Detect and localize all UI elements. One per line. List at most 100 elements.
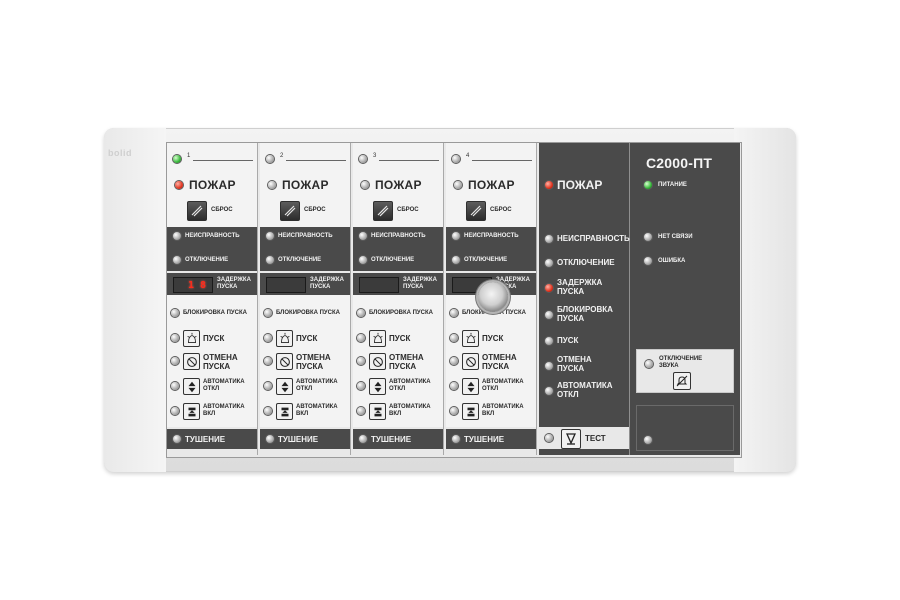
zone-sbros-button[interactable] <box>373 201 393 221</box>
zone-avto_vkl-button[interactable] <box>183 403 200 420</box>
zone-sbros-button[interactable] <box>466 201 486 221</box>
zone-pusk-button[interactable] <box>183 330 200 347</box>
zone-neispravnost-label: НЕИСПРАВНОСТЬ <box>278 233 333 239</box>
zone-avto-vkl-label: АВТОМАТИКА ВКЛ <box>482 404 524 417</box>
zone-sbros-button[interactable] <box>280 201 300 221</box>
zone-otkluchenie-label: ОТКЛЮЧЕНИЕ <box>371 257 415 263</box>
device-model-title: С2000-ПТ <box>646 155 713 171</box>
access-key-lock[interactable] <box>478 282 508 312</box>
zone-otmena-icon <box>373 357 383 367</box>
zone-avto-otkl-label: АВТОМАТИКА ОТКЛ <box>203 379 245 392</box>
zone-pusk-label: ПУСК <box>389 334 411 343</box>
common-neispravnost-label: НЕИСПРАВНОСТЬ <box>557 234 630 243</box>
common-indicators-column: ПОЖАР НЕИСПРАВНОСТЬ ОТКЛЮЧЕНИЕ ЗАДЕРЖКА … <box>539 143 630 455</box>
zone-avto_vkl-button[interactable] <box>276 403 293 420</box>
zone-fault-strip: НЕИСПРАВНОСТЬ ОТКЛЮЧЕНИЕ <box>260 227 350 271</box>
zone-pusk-icon <box>280 332 290 343</box>
zone-pusk-label: ПУСК <box>203 334 225 343</box>
zone-avto_otkl-button[interactable] <box>369 378 386 395</box>
common-otmena-led <box>545 362 553 370</box>
zone-pozhar-label: ПОЖАР <box>282 178 329 192</box>
zone-otkluchenie-label: ОТКЛЮЧЕНИЕ <box>464 257 508 263</box>
zone-otmena-icon <box>187 357 197 367</box>
zone-otmena-label: ОТМЕНА ПУСКА <box>296 353 331 371</box>
zone-name-line <box>472 160 532 161</box>
zone-avto_otkl-led <box>171 382 179 390</box>
zone-avto_otkl-icon <box>374 381 382 393</box>
test-arrow-icon <box>565 433 577 445</box>
front-panel: 4 ПОЖАР СБРОС НЕИСПРАВНОСТЬ ОТКЛЮЧЕНИЕ З… <box>166 142 742 458</box>
zone-sbros-button[interactable] <box>187 201 207 221</box>
zone-neispravnost-label: НЕИСПРАВНОСТЬ <box>464 233 519 239</box>
zone-pusk-led <box>171 334 179 342</box>
sound-off-button[interactable] <box>673 372 691 390</box>
zone-avto-vkl-label: АВТОМАТИКА ВКЛ <box>296 404 338 417</box>
zone-otmena-button[interactable] <box>276 353 293 370</box>
zone-delay-strip: 18 ЗАДЕРЖКА ПУСКА <box>167 273 257 295</box>
zone-sbros-label: СБРОС <box>211 207 233 213</box>
zone-tushenie-label: ТУШЕНИЕ <box>278 435 319 444</box>
zone-otmena-label: ОТМЕНА ПУСКА <box>482 353 517 371</box>
zone-otmena-label: ОТМЕНА ПУСКА <box>203 353 238 371</box>
zone-avto_otkl-icon <box>188 381 196 393</box>
zone-otkluchenie-label: ОТКЛЮЧЕНИЕ <box>278 257 322 263</box>
net-svyazi-label: НЕТ СВЯЗИ <box>658 234 693 240</box>
common-avtomatika-label: АВТОМАТИКА ОТКЛ <box>557 381 613 399</box>
zone-avto-vkl-label: АВТОМАТИКА ВКЛ <box>389 404 431 417</box>
zone-tushenie-strip: ТУШЕНИЕ <box>353 429 443 449</box>
zone-pusk-label: ПУСК <box>482 334 504 343</box>
zone-pozhar-led <box>454 181 462 189</box>
zone-sbros-label: СБРОС <box>304 207 326 213</box>
sound-off-box: ОТКЛЮЧЕНИЕ ЗВУКА <box>636 349 734 393</box>
zone-avto_otkl-button[interactable] <box>462 378 479 395</box>
common-pusk-label: ПУСК <box>557 336 579 345</box>
zone-otmena-led <box>450 357 458 365</box>
zone-otmena-button[interactable] <box>369 353 386 370</box>
zone-reset-icon <box>284 205 296 217</box>
zone-sbros-label: СБРОС <box>397 207 419 213</box>
common-pozhar-label: ПОЖАР <box>557 178 603 192</box>
zone-otmena-button[interactable] <box>462 353 479 370</box>
zone-status-led <box>266 155 274 163</box>
zone-otmena-button[interactable] <box>183 353 200 370</box>
zone-otkluchenie-label: ОТКЛЮЧЕНИЕ <box>185 257 229 263</box>
zone-pozhar-label: ПОЖАР <box>468 178 515 192</box>
zone-tushenie-led <box>452 435 460 443</box>
zone-2-column: 2 ПОЖАР СБРОС НЕИСПРАВНОСТЬ ОТКЛЮЧЕНИЕ З… <box>260 143 351 455</box>
zone-name-line <box>193 160 253 161</box>
brand-logo: bolid <box>108 148 132 158</box>
zone-pusk-icon <box>466 332 476 343</box>
zone-avto_otkl-button[interactable] <box>183 378 200 395</box>
zone-pusk-button[interactable] <box>276 330 293 347</box>
zone-blokirovka-label: БЛОКИРОВКА ПУСКА <box>369 310 433 316</box>
common-zaderzhka-led <box>545 284 553 292</box>
common-avtomatika-led <box>545 387 553 395</box>
zone-tushenie-label: ТУШЕНИЕ <box>185 435 226 444</box>
zone-status-led <box>359 155 367 163</box>
zone-number: 1 <box>187 153 191 159</box>
key-led <box>644 436 652 444</box>
zone-avto_vkl-icon <box>467 407 475 417</box>
net-svyazi-led <box>644 233 652 241</box>
zone-number: 4 <box>466 153 470 159</box>
zone-blokirovka-label: БЛОКИРОВКА ПУСКА <box>276 310 340 316</box>
zone-otmena-icon <box>280 357 290 367</box>
zone-avto_vkl-icon <box>281 407 289 417</box>
otkl-zvuka-label: ОТКЛЮЧЕНИЕ ЗВУКА <box>659 356 703 369</box>
zone-pusk-led <box>450 334 458 342</box>
zone-avto_vkl-button[interactable] <box>462 403 479 420</box>
zone-pusk-button[interactable] <box>369 330 386 347</box>
zone-tushenie-strip: ТУШЕНИЕ <box>446 429 536 449</box>
zone-avto_vkl-button[interactable] <box>369 403 386 420</box>
zone-pusk-button[interactable] <box>462 330 479 347</box>
zone-controls: БЛОКИРОВКА ПУСКА ПУСК ОТМЕНА ПУСКА АВТОМ… <box>260 295 350 427</box>
common-pozhar-led <box>545 181 553 189</box>
zone-delay-strip: ЗАДЕРЖКА ПУСКА <box>260 273 350 295</box>
zone-avto_otkl-button[interactable] <box>276 378 293 395</box>
test-button[interactable] <box>561 429 581 449</box>
zone-avto_vkl-led <box>171 407 179 415</box>
zone-pusk-led <box>264 334 272 342</box>
common-blokirovka-led <box>545 311 553 319</box>
zone-otmena-led <box>357 357 365 365</box>
zone-neispravnost-label: НЕИСПРАВНОСТЬ <box>371 233 426 239</box>
